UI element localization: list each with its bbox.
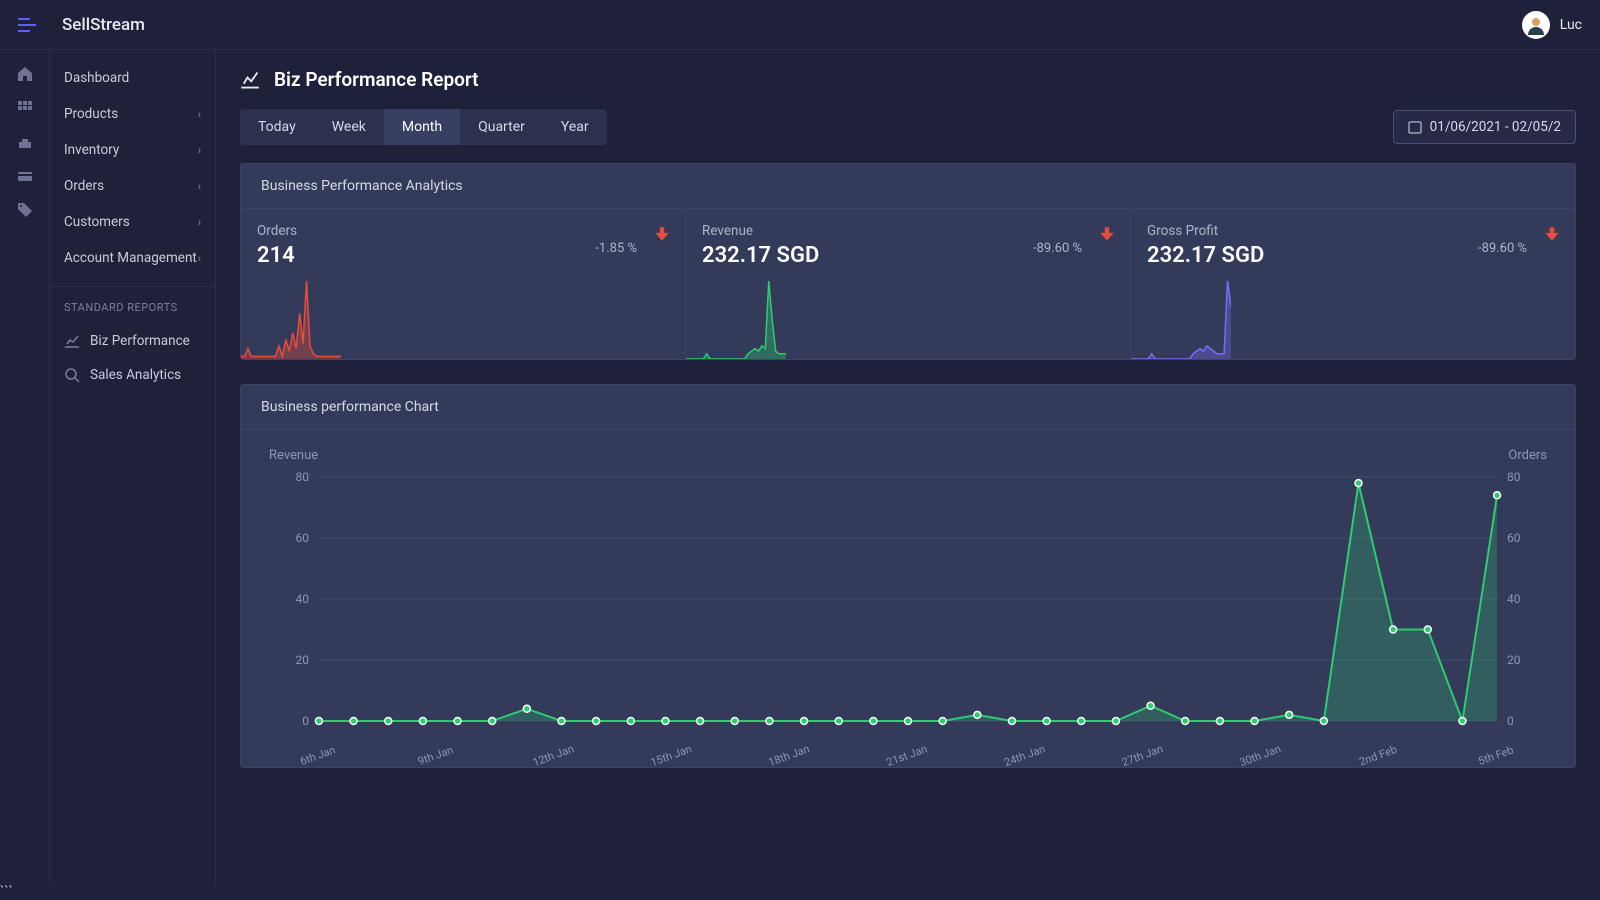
menu-toggle-icon[interactable] [18,18,36,32]
svg-text:2nd Feb: 2nd Feb [1357,743,1398,767]
line-chart-icon [64,333,80,349]
svg-text:5th Feb: 5th Feb [1477,743,1516,767]
topbar: SellStream Luc [0,0,1600,50]
svg-text:0: 0 [302,714,309,728]
sidebar-item-products[interactable]: Products › [50,96,215,132]
left-axis-label: Revenue [269,448,318,463]
svg-text:15th Jan: 15th Jan [649,742,694,767]
sidebar-item-inventory[interactable]: Inventory › [50,132,215,168]
svg-text:80: 80 [295,470,309,484]
chevron-right-icon: › [198,108,201,121]
chart-card: Business performance Chart Revenue Order… [240,384,1576,768]
arrow-down-icon [1543,225,1561,243]
sidebar-item-label: Dashboard [64,70,129,86]
tag-icon[interactable] [17,202,33,218]
right-axis-label: Orders [1508,448,1547,463]
svg-text:30th Jan: 30th Jan [1238,742,1283,767]
sidebar-report-label: Sales Analytics [90,367,181,383]
tab-month[interactable]: Month [384,109,460,145]
date-range-picker[interactable]: 01/06/2021 - 02/05/2 [1393,110,1576,144]
svg-text:12th Jan: 12th Jan [531,742,576,767]
sidebar-report-sales-analytics[interactable]: Sales Analytics [50,358,215,392]
svg-text:18th Jan: 18th Jan [767,742,812,767]
sparkline [686,275,786,359]
content-area: Biz Performance Report Today Week Month … [216,50,1600,884]
sparkline [1131,275,1231,359]
sidebar: Dashboard Products › Inventory › Orders … [50,50,216,884]
tab-today[interactable]: Today [240,109,314,145]
svg-text:60: 60 [295,531,309,545]
sidebar-report-label: Biz Performance [90,333,190,349]
performance-chart: 0 0 20 20 40 40 60 60 80 80 6th Jan 9th Jan 12th Jan… [269,467,1547,767]
kpi-label: Gross Profit [1147,223,1559,239]
svg-text:27th Jan: 27th Jan [1120,742,1165,767]
sidebar-reports-header: STANDARD REPORTS [50,301,215,324]
kpi-label: Orders [257,223,669,239]
chevron-right-icon: › [198,144,201,157]
svg-text:80: 80 [1507,470,1521,484]
sidebar-item-orders[interactable]: Orders › [50,168,215,204]
svg-text:40: 40 [1507,592,1521,606]
calendar-icon [1408,120,1422,134]
arrow-down-icon [653,225,671,243]
svg-text:24th Jan: 24th Jan [1002,742,1047,767]
svg-text:60: 60 [1507,531,1521,545]
kpi-orders: Orders 214 -1.85 % [241,209,686,359]
analytics-card: Business Performance Analytics Orders 21… [240,163,1576,360]
sidebar-item-dashboard[interactable]: Dashboard [50,60,215,96]
username[interactable]: Luc [1560,17,1582,33]
kpi-revenue: Revenue 232.17 SGD -89.60 % [686,209,1131,359]
chevron-right-icon: › [198,252,201,265]
kpi-gross-profit: Gross Profit 232.17 SGD -89.60 % [1131,209,1575,359]
sidebar-item-label: Orders [64,178,104,194]
chevron-right-icon: › [198,180,201,193]
kpi-delta: -1.85 % [595,241,637,256]
kpi-label: Revenue [702,223,1114,239]
analytics-card-title: Business Performance Analytics [241,164,1575,209]
sidebar-item-label: Inventory [64,142,119,158]
tab-week[interactable]: Week [314,109,384,145]
svg-text:20: 20 [1507,653,1521,667]
magnify-icon [64,367,80,383]
svg-text:21st Jan: 21st Jan [885,742,929,767]
kpi-delta: -89.60 % [1033,241,1082,256]
home-icon[interactable] [17,66,33,82]
sidebar-item-customers[interactable]: Customers › [50,204,215,240]
inventory-icon[interactable] [17,134,33,150]
chart-card-title: Business performance Chart [241,385,1575,430]
kpi-delta: -89.60 % [1478,241,1527,256]
svg-text:6th Jan: 6th Jan [298,743,337,767]
line-chart-icon [240,70,260,90]
svg-text:9th Jan: 9th Jan [416,743,455,767]
sidebar-item-label: Customers [64,214,130,230]
svg-text:40: 40 [295,592,309,606]
icon-rail [0,50,50,884]
sidebar-item-label: Products [64,106,118,122]
avatar[interactable] [1522,11,1550,39]
arrow-down-icon [1098,225,1116,243]
card-icon[interactable] [17,168,33,184]
sidebar-report-biz-performance[interactable]: Biz Performance [50,324,215,358]
date-range-text: 01/06/2021 - 02/05/2 [1430,119,1561,135]
sparkline [241,275,341,359]
tab-quarter[interactable]: Quarter [460,109,543,145]
chevron-right-icon: › [198,216,201,229]
svg-text:20: 20 [295,653,309,667]
svg-text:0: 0 [1507,714,1514,728]
page-title: Biz Performance Report [274,68,479,91]
tab-year[interactable]: Year [543,109,607,145]
grid-icon[interactable] [17,100,33,116]
brand-name: SellStream [62,15,145,35]
sidebar-item-label: Account Management [64,250,197,266]
sidebar-item-account-management[interactable]: Account Management › [50,240,215,276]
range-tabs: Today Week Month Quarter Year [240,109,607,145]
